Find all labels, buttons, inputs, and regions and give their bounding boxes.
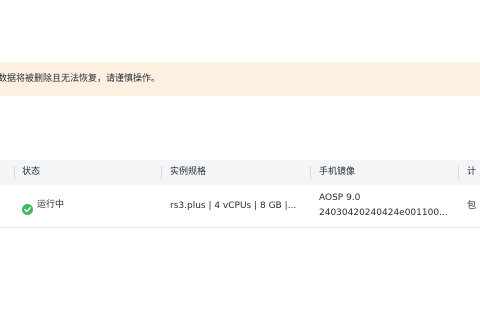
column-header-spec: 实例规格 xyxy=(170,167,207,177)
billing-cell: 包 xyxy=(467,201,477,211)
column-separator xyxy=(14,166,15,179)
image-id: 24030420240424e001100... xyxy=(319,208,448,218)
column-separator xyxy=(310,166,311,179)
warning-text: 数据将被删除且无法恢复，请谨慎操作。 xyxy=(0,74,161,84)
column-separator xyxy=(458,166,459,179)
status-text: 运行中 xyxy=(37,200,65,210)
row-divider xyxy=(0,227,480,228)
check-circle-icon xyxy=(22,200,33,215)
image-name: AOSP 9.0 xyxy=(319,193,361,203)
status-cell: 运行中 xyxy=(22,199,65,215)
warning-banner: 数据将被删除且无法恢复，请谨慎操作。 xyxy=(0,62,480,96)
column-separator xyxy=(161,166,162,179)
column-header-image: 手机镜像 xyxy=(319,167,356,177)
column-header-billing: 计 xyxy=(467,167,477,177)
spec-cell: rs3.plus | 4 vCPUs | 8 GB |... xyxy=(170,201,297,211)
table-header: 状态 实例规格 手机镜像 计 xyxy=(0,160,480,185)
column-header-status: 状态 xyxy=(22,167,41,177)
